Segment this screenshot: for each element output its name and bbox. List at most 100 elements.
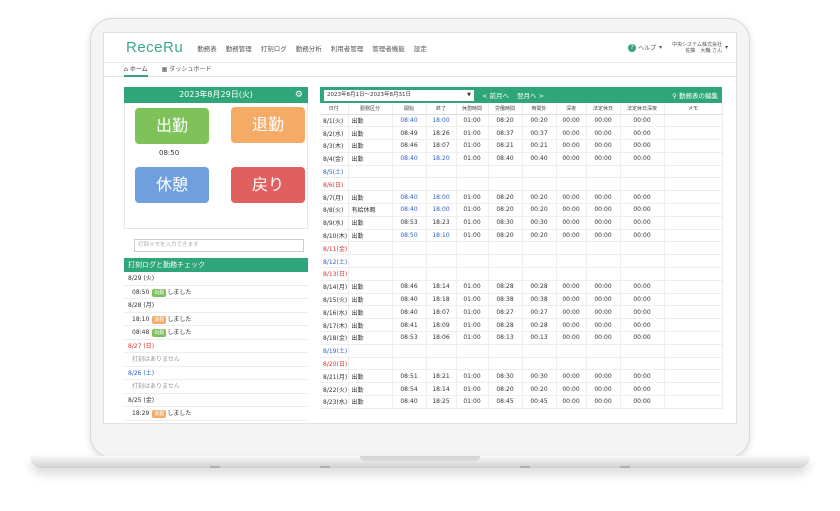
log-suffix: しました [167,315,192,323]
cell-hol: 00:00 [586,152,621,166]
gear-icon[interactable]: ⚙ [295,87,303,103]
cell-work: 08:30 [488,216,523,230]
cell-holn [620,344,665,358]
home-icon: ⌂ [124,65,128,73]
cell-night [556,241,587,256]
cell-memo [664,357,723,371]
laptop-mockup: ReceRu 勤務表 勤務管理 打刻ログ 勤務分析 利用者管理 管理者機能 設定 ? ヘルプ ▾… [0,0,840,511]
cell-brk: 01:00 [456,216,489,230]
table-row[interactable]: 8/9(水) 出勤 08:53 18:23 01:00 08:30 00:30 00:00 00… [320,216,723,230]
prev-month-link[interactable]: < 前月へ [482,90,509,100]
clock-out-button[interactable]: 退勤 [231,107,305,143]
cell-night: 00:00 [556,190,587,205]
table-row[interactable]: 8/1(火) 出勤 08:40 18:00 01:00 08:20 00:20 00:00 00… [320,114,723,128]
table-row[interactable]: 8/15(火) 出勤 08:40 18:18 01:00 08:38 00:38 00:00 0… [320,293,723,307]
nav-item[interactable]: 利用者管理 [331,43,364,53]
timesheet-panel: 2023年8月1日～2023年8月31日 ▼ < 前月へ 翌月へ > ⚲ 勤務表の… [320,87,723,409]
chevron-down-icon: ▼ [467,91,471,98]
cell-ot: 00:30 [522,369,557,384]
cell-memo [664,139,723,153]
cell-cat [348,267,393,281]
table-row[interactable]: 8/7(月) 出勤 08:40 18:00 01:00 08:20 00:20 00:00 00… [320,190,723,205]
tab-label: ホーム [129,65,148,73]
log-day: 8/25 (金) [124,394,308,407]
cell-ot: 00:13 [522,331,557,345]
table-row[interactable]: 8/22(火) 出勤 08:54 18:14 01:00 08:20 00:20 00:00 0… [320,382,723,397]
table-row[interactable]: 8/4(金) 出勤 08:40 18:20 01:00 08:40 00:40 00:00 00… [320,152,723,166]
cell-memo [664,369,723,384]
cell-brk: 01:00 [456,114,489,128]
cell-end [426,344,457,358]
cell-memo [664,190,723,205]
cell-brk: 01:00 [456,126,489,141]
cell-end [426,254,457,269]
cell-end [426,241,457,256]
table-row[interactable]: 8/18(金) 出勤 08:53 18:06 01:00 08:13 00:13 00:00 0… [320,331,723,345]
table-row[interactable]: 8/11(金) [320,241,723,256]
search-icon: ⚲ [672,92,679,100]
table-row[interactable]: 8/13(日) [320,267,723,281]
cell-holn [620,177,665,192]
tab-home[interactable]: ⌂ ホーム [124,63,148,77]
cell-night: 00:00 [556,369,587,384]
break-button[interactable]: 休憩 [135,167,209,203]
tab-dashboard[interactable]: ▦ ダッシュボード [162,63,212,77]
nav-item[interactable]: 勤務管理 [226,43,252,53]
table-row[interactable]: 8/12(土) [320,254,723,269]
cell-ot [522,344,557,358]
table-row[interactable]: 8/8(火) 有給休暇 08:40 18:00 01:00 08:20 00:20 00:00… [320,203,723,217]
memo-input[interactable]: 打刻メモを入力できます [134,239,304,252]
table-row[interactable]: 8/2(水) 出勤 08:49 18:26 01:00 08:37 00:37 00:00 00… [320,126,723,141]
chevron-down-icon[interactable]: ▾ [725,44,728,51]
cell-cat: 出勤 [348,152,393,166]
return-button[interactable]: 戻り [231,167,305,203]
cell-hol: 00:00 [586,318,621,333]
nav-item[interactable]: 設定 [414,43,427,53]
cell-work: 08:30 [488,369,523,384]
cell-hol [586,267,621,281]
table-row[interactable]: 8/3(木) 出勤 08:46 18:07 01:00 08:21 00:21 00:00 00… [320,139,723,153]
cell-hol: 00:00 [586,216,621,230]
cell-work: 08:40 [488,152,523,166]
timesheet-table: 日付 勤務区分 開始 終了 休憩時間 労働時間 時間外 深夜 法定休日 法定休日深夜 メモ 8/1(… [320,103,723,409]
edit-timesheet-link[interactable]: ⚲ 勤務表の編集 [672,90,718,100]
table-row[interactable]: 8/6(日) [320,177,723,192]
cell-brk [456,165,489,179]
cell-memo [664,344,723,358]
laptop-vent [210,466,220,468]
table-row[interactable]: 8/17(木) 出勤 08:41 18:09 01:00 08:28 00:28 00:00 0… [320,318,723,333]
help-menu[interactable]: ? ヘルプ ▾ [628,43,662,52]
table-row[interactable]: 8/21(月) 出勤 08:51 18:21 01:00 08:30 00:30 00:00 0… [320,369,723,384]
nav-item[interactable]: 管理者機能 [372,43,405,53]
cell-ot: 00:45 [522,395,557,409]
table-row[interactable]: 8/20(日) [320,357,723,371]
cell-hol [586,344,621,358]
table-row[interactable]: 8/14(月) 出勤 08:46 18:14 01:00 08:28 00:28 00:00 0… [320,280,723,294]
user-menu[interactable]: 中央システム株式会社 佐藤 大輔 さん [672,42,722,54]
cell-start [392,177,427,192]
nav-item[interactable]: 勤務分析 [296,43,322,53]
month-range-select[interactable]: 2023年8月1日～2023年8月31日 ▼ [324,89,474,101]
app-logo[interactable]: ReceRu [126,39,183,56]
table-row[interactable]: 8/19(土) [320,344,723,358]
next-month-link[interactable]: 翌月へ > [517,90,544,100]
cell-night: 00:00 [556,293,587,307]
cell-night: 00:00 [556,229,587,243]
table-row[interactable]: 8/23(水) 出勤 08:40 18:25 01:00 08:45 00:45 00:00 0… [320,395,723,409]
cell-holn [620,357,665,371]
user-name: 佐藤 大輔 さん [685,47,722,54]
cell-holn [620,254,665,269]
cell-hol [586,177,621,192]
table-row[interactable]: 8/16(水) 出勤 08:40 18:07 01:00 08:27 00:27 00:00 0… [320,305,723,320]
clock-in-button[interactable]: 出勤 [135,108,209,144]
table-body: 8/1(火) 出勤 08:40 18:00 01:00 08:20 00:20 00:00 00… [320,114,723,409]
nav-item[interactable]: 勤務表 [197,43,217,53]
cell-date: 8/10(木) [320,229,349,243]
log-entry: 08:48 出勤 しました [124,326,308,340]
nav-item[interactable]: 打刻ログ [261,43,287,53]
table-row[interactable]: 8/5(土) [320,165,723,179]
cell-holn: 00:00 [620,190,665,205]
current-date: 2023年8月29日(火) [179,90,253,99]
table-row[interactable]: 8/10(木) 出勤 08:50 18:10 01:00 08:20 00:20 00:00 0… [320,229,723,243]
log-day: 8/29 (火) [124,272,308,286]
